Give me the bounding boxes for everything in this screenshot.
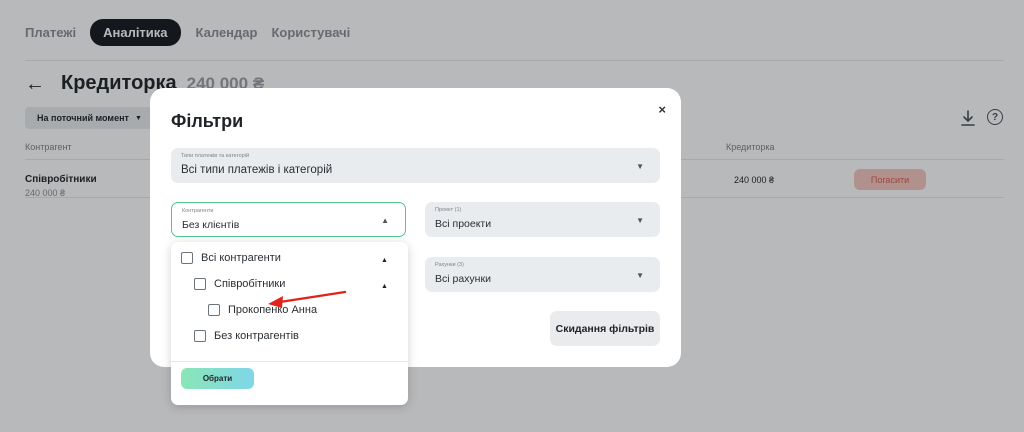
caret-down-icon: ▼ [636, 162, 644, 171]
caret-down-icon: ▼ [636, 271, 644, 280]
caret-up-icon[interactable]: ▲ [381, 283, 388, 290]
caret-up-icon: ▲ [381, 216, 389, 225]
checkbox[interactable] [194, 278, 206, 290]
dropdown-item-person[interactable]: Прокопенко Анна [208, 304, 317, 316]
checkbox[interactable] [181, 252, 193, 264]
close-icon[interactable]: × [658, 102, 666, 117]
dropdown-item-label: Співробітники [214, 278, 286, 290]
reset-filters-button[interactable]: Скидання фільтрів [550, 311, 660, 346]
counterparties-dropdown: Всі контрагенти ▲ Співробітники ▲ Прокоп… [171, 242, 408, 405]
dropdown-item-employees[interactable]: Співробітники [194, 278, 285, 290]
checkbox[interactable] [194, 330, 206, 342]
counterparties-select[interactable]: Контрагенти Без клієнтів ▲ [171, 202, 406, 237]
field-value: Всі рахунки [435, 273, 491, 285]
caret-up-icon[interactable]: ▲ [381, 257, 388, 264]
field-value: Без клієнтів [182, 219, 240, 231]
dropdown-item-label: Всі контрагенти [201, 252, 281, 264]
field-value: Всі типи платежів і категорій [181, 164, 333, 176]
field-label: Типи платежів та категорій [181, 153, 250, 159]
field-label: Проект (1) [435, 207, 462, 213]
dropdown-item-label: Без контрагентів [214, 330, 299, 342]
dropdown-item-label: Прокопенко Анна [228, 304, 318, 316]
accounts-select[interactable]: Рахунки (3) Всі рахунки ▼ [425, 257, 660, 292]
modal-title: Фільтри [171, 111, 244, 131]
caret-down-icon: ▼ [636, 216, 644, 225]
select-button[interactable]: Обрати [181, 368, 254, 389]
checkbox[interactable] [208, 304, 220, 316]
project-select[interactable]: Проект (1) Всі проекти ▼ [425, 202, 660, 237]
field-value: Всі проекти [435, 218, 492, 230]
dropdown-item-all[interactable]: Всі контрагенти [181, 252, 281, 264]
payment-types-select[interactable]: Типи платежів та категорій Всі типи плат… [171, 148, 660, 183]
dropdown-divider [171, 361, 408, 362]
field-label: Рахунки (3) [435, 262, 464, 268]
dropdown-item-no-counterparties[interactable]: Без контрагентів [194, 330, 299, 342]
field-label: Контрагенти [182, 208, 214, 214]
